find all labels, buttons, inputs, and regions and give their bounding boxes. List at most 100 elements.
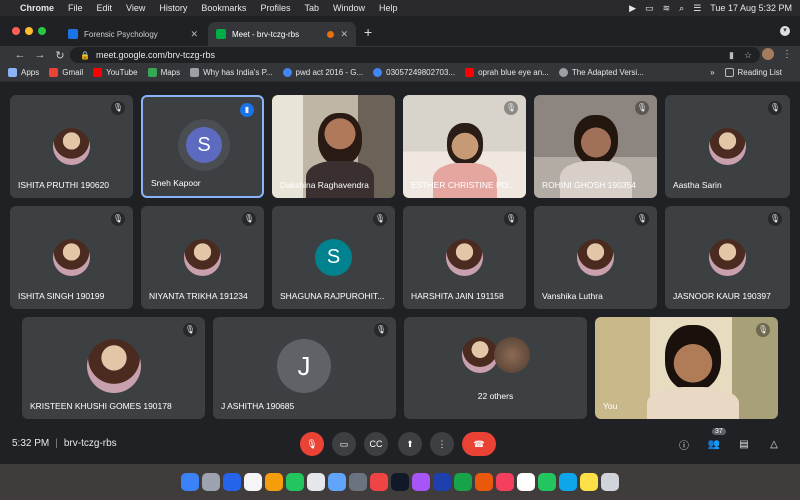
back-arrow-icon[interactable]: ←	[10, 49, 30, 61]
more-bookmarks-chevron[interactable]: »	[710, 68, 714, 77]
close-tab-icon[interactable]: ✕	[190, 29, 198, 40]
music-icon[interactable]	[370, 473, 388, 491]
trash-icon[interactable]	[601, 473, 619, 491]
bookmark-why-india[interactable]: Why has India's P...	[190, 68, 273, 77]
close-window-button[interactable]	[12, 27, 20, 35]
whatsapp-icon[interactable]	[538, 473, 556, 491]
profile-avatar[interactable]	[762, 48, 774, 60]
forward-arrow-icon[interactable]: →	[30, 49, 50, 61]
activities-button[interactable]: △	[766, 436, 782, 452]
chat-button[interactable]: ▤	[736, 436, 752, 452]
menu-help[interactable]: Help	[379, 3, 398, 13]
mic-off-icon: 🎙	[306, 438, 318, 449]
present-button[interactable]: ⬆	[398, 432, 422, 456]
new-tab-button[interactable]: +	[364, 24, 372, 40]
control-center-icon[interactable]: ☰	[693, 3, 701, 14]
participant-tile[interactable]: S 🎙 SHAGUNA RAJPUROHIT...	[272, 206, 395, 309]
avatar	[446, 239, 483, 276]
end-call-button[interactable]: ☎	[462, 432, 496, 456]
people-button[interactable]: 👥 37	[706, 428, 726, 452]
finder-icon[interactable]	[181, 473, 199, 491]
others-tile[interactable]: 22 others	[404, 317, 587, 419]
participant-tile[interactable]: Dakshina Raghavendra	[272, 95, 395, 198]
camera-toggle-button[interactable]: ▭	[332, 432, 356, 456]
facetime-icon[interactable]	[286, 473, 304, 491]
bookmark-maps[interactable]: Maps	[147, 68, 180, 77]
close-tab-icon[interactable]: ✕	[340, 29, 348, 40]
camera-in-use-icon[interactable]: ▮	[729, 50, 734, 61]
powerpoint-icon[interactable]	[475, 473, 493, 491]
participant-tile[interactable]: 🎙 NIYANTA TRIKHA 191234	[141, 206, 264, 309]
menu-history[interactable]: History	[159, 3, 187, 13]
excel-icon[interactable]	[454, 473, 472, 491]
meeting-info-button[interactable]: ⓘ	[676, 436, 692, 452]
menu-profiles[interactable]: Profiles	[260, 3, 290, 13]
status-play-icon[interactable]: ▶	[629, 3, 636, 14]
safari-icon[interactable]	[223, 473, 241, 491]
spotlight-search-icon[interactable]: ⌕	[679, 3, 684, 14]
lock-icon[interactable]: 🔒	[80, 51, 90, 60]
self-view-tile[interactable]: 🎙 You	[595, 317, 778, 419]
participant-tile[interactable]: 🎙 Vanshika Luthra	[534, 206, 657, 309]
participant-tile[interactable]: J 🎙 J ASHITHA 190685	[213, 317, 396, 419]
mic-off-icon: 🎙	[183, 323, 197, 337]
chrome-icon[interactable]	[517, 473, 535, 491]
stickies-icon[interactable]	[580, 473, 598, 491]
battery-icon[interactable]: ▭	[645, 3, 654, 14]
participant-tile[interactable]: 🎙 ROHINI GHOSH 190354	[534, 95, 657, 198]
participant-tile[interactable]: 🎙 JASNOOR KAUR 190397	[665, 206, 790, 309]
participant-tile[interactable]: 🎙 KRISTEEN KHUSHI GOMES 190178	[22, 317, 205, 419]
address-bar[interactable]: 🔒 meet.google.com/brv-tczg-rbs ▮ ☆	[70, 47, 760, 63]
word-icon[interactable]	[433, 473, 451, 491]
app-store-icon[interactable]	[328, 473, 346, 491]
tv-icon[interactable]	[391, 473, 409, 491]
tab-forensic-psychology[interactable]: Forensic Psychology ✕	[60, 22, 206, 46]
wifi-icon[interactable]: ≋	[663, 3, 671, 14]
launchpad-icon[interactable]	[202, 473, 220, 491]
participant-tile[interactable]: 🎙 ISHITA SINGH 190199	[10, 206, 133, 309]
more-options-button[interactable]: ⋮	[430, 432, 454, 456]
chrome-menu-icon[interactable]: ⋮	[782, 49, 792, 60]
calendar-icon[interactable]	[307, 473, 325, 491]
zoom-icon[interactable]	[559, 473, 577, 491]
menu-window[interactable]: Window	[333, 3, 365, 13]
participant-tile[interactable]: 🎙 ISHITA PRUTHI 190620	[10, 95, 133, 198]
menu-view[interactable]: View	[126, 3, 145, 13]
browser-tab-strip: Forensic Psychology ✕ Meet - brv-tczg-rb…	[0, 16, 800, 46]
menu-file[interactable]: File	[68, 3, 83, 13]
system-preferences-icon[interactable]	[349, 473, 367, 491]
tab-search-chevron-icon[interactable]: ▾	[780, 26, 790, 36]
reload-icon[interactable]: ↻	[50, 49, 70, 62]
menu-bookmarks[interactable]: Bookmarks	[201, 3, 246, 13]
bookmark-star-icon[interactable]: ☆	[744, 50, 752, 61]
bookmark-pwd-act[interactable]: pwd act 2016 - G...	[282, 68, 363, 77]
bookmark-adapted-version[interactable]: The Adapted Versi...	[558, 68, 644, 77]
bookmark-gmail[interactable]: Gmail	[49, 68, 83, 77]
bookmark-youtube[interactable]: YouTube	[93, 68, 138, 77]
podcasts-icon[interactable]	[412, 473, 430, 491]
photos-icon[interactable]	[244, 473, 262, 491]
meeting-code[interactable]: brv-tczg-rbs	[64, 438, 117, 449]
menu-edit[interactable]: Edit	[97, 3, 113, 13]
participant-name: SHAGUNA RAJPUROHIT...	[280, 291, 385, 301]
netflix-icon[interactable]	[496, 473, 514, 491]
menu-app-name[interactable]: Chrome	[20, 3, 54, 13]
zoom-window-button[interactable]	[38, 27, 46, 35]
bookmark-apps[interactable]: Apps	[8, 68, 39, 77]
participant-tile[interactable]: S ▮ Sneh Kapoor	[141, 95, 264, 198]
bookmark-number[interactable]: 03057249802703...	[373, 68, 455, 77]
menu-tab[interactable]: Tab	[304, 3, 319, 13]
bookmark-oprah[interactable]: oprah blue eye an...	[465, 68, 549, 77]
participant-tile[interactable]: 🎙 Aastha Sarin	[665, 95, 790, 198]
menubar-clock[interactable]: Tue 17 Aug 5:32 PM	[710, 3, 792, 13]
reading-list[interactable]: Reading List	[724, 68, 782, 77]
url-text[interactable]: meet.google.com/brv-tczg-rbs	[96, 50, 215, 60]
captions-button[interactable]: CC	[364, 432, 388, 456]
mic-off-icon: 🎙	[635, 101, 649, 115]
mic-toggle-button[interactable]: 🎙	[300, 432, 324, 456]
notes-icon[interactable]	[265, 473, 283, 491]
tab-meet[interactable]: Meet - brv-tczg-rbs ✕	[208, 22, 356, 46]
participant-tile[interactable]: 🎙 ESTHER CHRISTINE PO...	[403, 95, 526, 198]
minimize-window-button[interactable]	[25, 27, 33, 35]
participant-tile[interactable]: 🎙 HARSHITA JAIN 191158	[403, 206, 526, 309]
